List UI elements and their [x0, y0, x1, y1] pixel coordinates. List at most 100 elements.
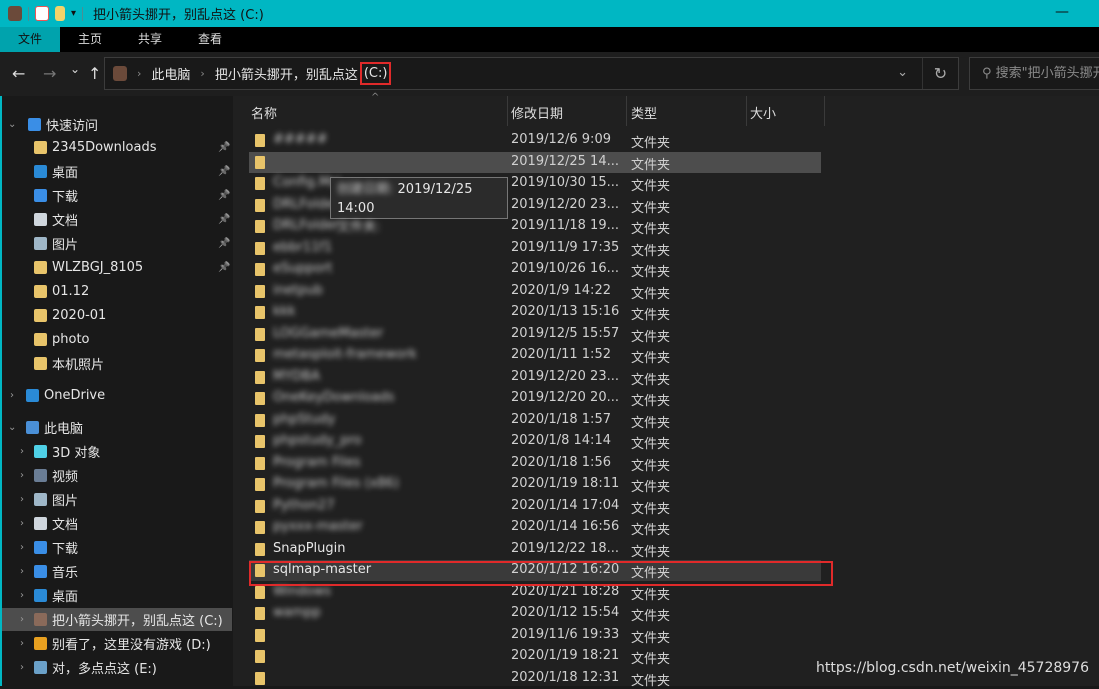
- sidebar-item[interactable]: › 桌面: [2, 584, 232, 607]
- chevron-down-icon[interactable]: ⌄: [897, 65, 908, 80]
- sidebar-item[interactable]: ⌄ 快速访问: [2, 113, 232, 136]
- chevron-right-icon[interactable]: ›: [20, 638, 24, 649]
- sidebar-item[interactable]: › 把小箭头挪开，别乱点这 (C:): [2, 608, 232, 631]
- pin-icon[interactable]: 📌: [218, 214, 230, 225]
- file-row[interactable]: metasploit-framework 2020/1/11 1:52 文件夹: [249, 345, 821, 366]
- refresh-button[interactable]: ↻: [922, 58, 958, 89]
- properties-icon[interactable]: [35, 6, 49, 21]
- sidebar-item[interactable]: WLZBGJ_8105 📌: [2, 256, 232, 279]
- sidebar-item[interactable]: 本机照片: [2, 352, 232, 375]
- sidebar-item[interactable]: 2020-01: [2, 304, 232, 327]
- breadcrumb-this-pc[interactable]: 此电脑: [151, 64, 190, 83]
- file-row[interactable]: 2019/11/6 19:33 文件夹: [249, 625, 821, 646]
- file-row[interactable]: LOGGameMaster 2019/12/5 15:57 文件夹: [249, 324, 821, 345]
- chevron-right-icon[interactable]: ›: [10, 390, 14, 401]
- file-row[interactable]: DRLFolder 2019/11/18 19... 文件夹: [249, 216, 821, 237]
- pin-icon[interactable]: 📌: [218, 262, 230, 273]
- file-row[interactable]: OneKeyDownloads 2019/12/20 20... 文件夹: [249, 388, 821, 409]
- breadcrumb-drive-letter[interactable]: (C:): [359, 62, 392, 85]
- file-row[interactable]: 2019/12/25 14... 文件夹: [249, 151, 821, 173]
- file-name: [273, 154, 364, 173]
- sidebar-item[interactable]: › 视频: [2, 464, 232, 487]
- file-row[interactable]: Python27 2020/1/14 17:04 文件夹: [249, 496, 821, 517]
- minimize-button[interactable]: —: [1055, 4, 1069, 20]
- tab-view[interactable]: 查看: [180, 27, 240, 52]
- recent-locations-button[interactable]: ⌄: [70, 62, 80, 76]
- sidebar-item-label: 对，多点点这 (E:): [52, 662, 157, 677]
- chevron-right-icon[interactable]: ›: [137, 67, 141, 80]
- column-divider[interactable]: [824, 96, 825, 126]
- file-row[interactable]: phpstudy_pro 2020/1/8 14:14 文件夹: [249, 431, 821, 452]
- pin-icon[interactable]: 📌: [218, 166, 230, 177]
- file-row[interactable]: kkk 2020/1/13 15:16 文件夹: [249, 302, 821, 323]
- file-row[interactable]: ebbr11f1 2019/11/9 17:35 文件夹: [249, 238, 821, 259]
- back-button[interactable]: ←: [12, 64, 25, 83]
- tab-share[interactable]: 共享: [120, 27, 180, 52]
- chevron-right-icon[interactable]: ›: [20, 590, 24, 601]
- file-row[interactable]: wampp 2020/1/12 15:54 文件夹: [249, 603, 821, 624]
- column-divider[interactable]: [626, 96, 627, 126]
- chevron-right-icon[interactable]: ›: [20, 614, 24, 625]
- sidebar-item[interactable]: 桌面 📌: [2, 160, 232, 183]
- sidebar-item[interactable]: 下载 📌: [2, 184, 232, 207]
- column-divider[interactable]: [507, 96, 508, 126]
- chevron-down-icon[interactable]: ⌄: [8, 119, 16, 130]
- sidebar-item[interactable]: › OneDrive: [2, 384, 232, 407]
- forward-button[interactable]: →: [43, 64, 56, 83]
- file-row[interactable]: inetpub 2020/1/9 14:22 文件夹: [249, 281, 821, 302]
- file-row[interactable]: Program Files 2020/1/18 1:56 文件夹: [249, 453, 821, 474]
- file-row[interactable]: eSupport 2019/10/26 16... 文件夹: [249, 259, 821, 280]
- column-name[interactable]: 名称: [251, 103, 277, 122]
- tab-file[interactable]: 文件: [0, 27, 61, 52]
- sidebar-item[interactable]: › 下载: [2, 536, 232, 559]
- pin-icon[interactable]: 📌: [218, 142, 230, 153]
- sidebar-item[interactable]: › 音乐: [2, 560, 232, 583]
- file-row[interactable]: pyxxx-master 2020/1/14 16:56 文件夹: [249, 517, 821, 538]
- pin-icon[interactable]: 📌: [218, 190, 230, 201]
- up-button[interactable]: ↑: [88, 64, 101, 83]
- file-row[interactable]: ##### 2019/12/6 9:09 文件夹: [249, 130, 821, 151]
- chevron-right-icon[interactable]: ›: [20, 494, 24, 505]
- chevron-right-icon[interactable]: ›: [200, 67, 204, 80]
- file-row[interactable]: MYDBA 2019/12/20 23... 文件夹: [249, 367, 821, 388]
- sidebar-item-label: 3D 对象: [52, 446, 101, 461]
- sidebar-item[interactable]: › 对，多点点这 (E:): [2, 656, 232, 679]
- file-row[interactable]: Program Files (x86) 2020/1/19 18:11 文件夹: [249, 474, 821, 495]
- sidebar-item[interactable]: 图片 📌: [2, 232, 232, 255]
- sidebar-item[interactable]: › 别看了，这里没有游戏 (D:): [2, 632, 232, 655]
- chevron-down-icon[interactable]: ⌄: [8, 422, 16, 433]
- file-row[interactable]: phpStudy 2020/1/18 1:57 文件夹: [249, 410, 821, 431]
- column-size[interactable]: 大小: [750, 103, 776, 122]
- sidebar-item[interactable]: 01.12: [2, 280, 232, 303]
- file-name: ebbr11f1: [273, 239, 333, 255]
- sidebar-item[interactable]: photo: [2, 328, 232, 351]
- column-divider[interactable]: [746, 96, 747, 126]
- pin-icon[interactable]: 📌: [218, 238, 230, 249]
- chevron-right-icon[interactable]: ›: [20, 470, 24, 481]
- chevron-right-icon[interactable]: ›: [20, 542, 24, 553]
- new-folder-icon[interactable]: [55, 6, 65, 21]
- column-type[interactable]: 类型: [631, 103, 657, 122]
- sidebar-item[interactable]: › 3D 对象: [2, 440, 232, 463]
- tab-home[interactable]: 主页: [60, 27, 120, 52]
- file-row[interactable]: 2020/1/18 12:31 文件夹: [249, 668, 821, 689]
- sidebar-item[interactable]: › 文档: [2, 512, 232, 535]
- chevron-right-icon[interactable]: ›: [20, 518, 24, 529]
- column-date[interactable]: 修改日期: [511, 103, 563, 122]
- sidebar-item[interactable]: › 图片: [2, 488, 232, 511]
- file-name: #####: [273, 132, 328, 147]
- file-row[interactable]: SnapPlugin 2019/12/22 18... 文件夹: [249, 539, 821, 560]
- sidebar-item[interactable]: 2345Downloads 📌: [2, 136, 232, 159]
- chevron-right-icon[interactable]: ›: [20, 566, 24, 577]
- breadcrumb-drive-c[interactable]: 把小箭头挪开，别乱点这: [215, 64, 358, 83]
- chevron-right-icon[interactable]: ›: [20, 446, 24, 457]
- sidebar-item[interactable]: 文档 📌: [2, 208, 232, 231]
- onedrive-icon: [26, 389, 39, 402]
- customize-toolbar-icon[interactable]: ▾: [71, 8, 76, 19]
- file-row[interactable]: 2020/1/19 18:21 文件夹: [249, 646, 821, 667]
- chevron-right-icon[interactable]: ›: [20, 662, 24, 673]
- address-bar[interactable]: › 此电脑 › 把小箭头挪开，别乱点这 (C:) ⌄ ↻: [104, 57, 959, 90]
- pictures-icon: [34, 493, 47, 506]
- sidebar-item[interactable]: ⌄ 此电脑: [2, 416, 232, 439]
- search-input[interactable]: ⚲ 搜索"把小箭头挪开，别乱点这 (C:)": [969, 57, 1099, 90]
